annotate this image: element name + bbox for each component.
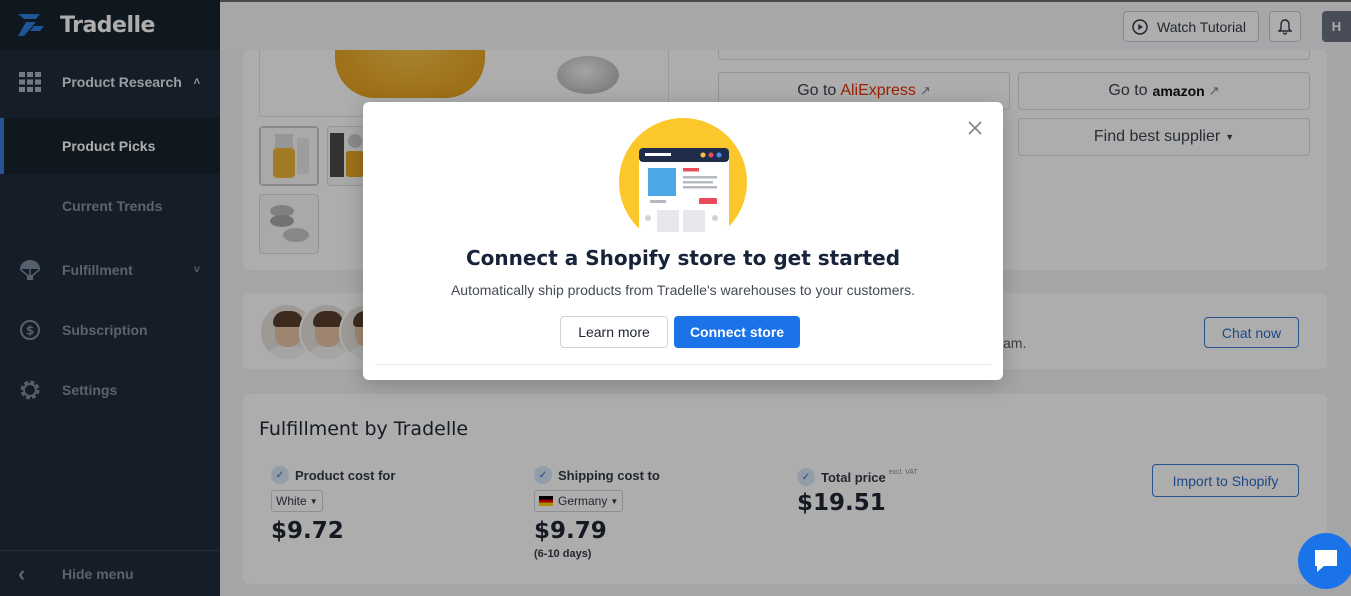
connect-shopify-modal: Connect a Shopify store to get started A…: [363, 102, 1003, 380]
chat-bubble-icon: [1315, 550, 1337, 572]
modal-subtitle: Automatically ship products from Tradell…: [450, 282, 916, 298]
learn-more-button[interactable]: Learn more: [560, 316, 668, 348]
store-illustration-icon: [619, 118, 747, 232]
modal-divider: [375, 364, 991, 365]
close-icon[interactable]: [967, 120, 983, 136]
connect-store-button[interactable]: Connect store: [674, 316, 800, 348]
modal-title: Connect a Shopify store to get started: [465, 246, 901, 270]
live-chat-button[interactable]: [1298, 533, 1351, 589]
